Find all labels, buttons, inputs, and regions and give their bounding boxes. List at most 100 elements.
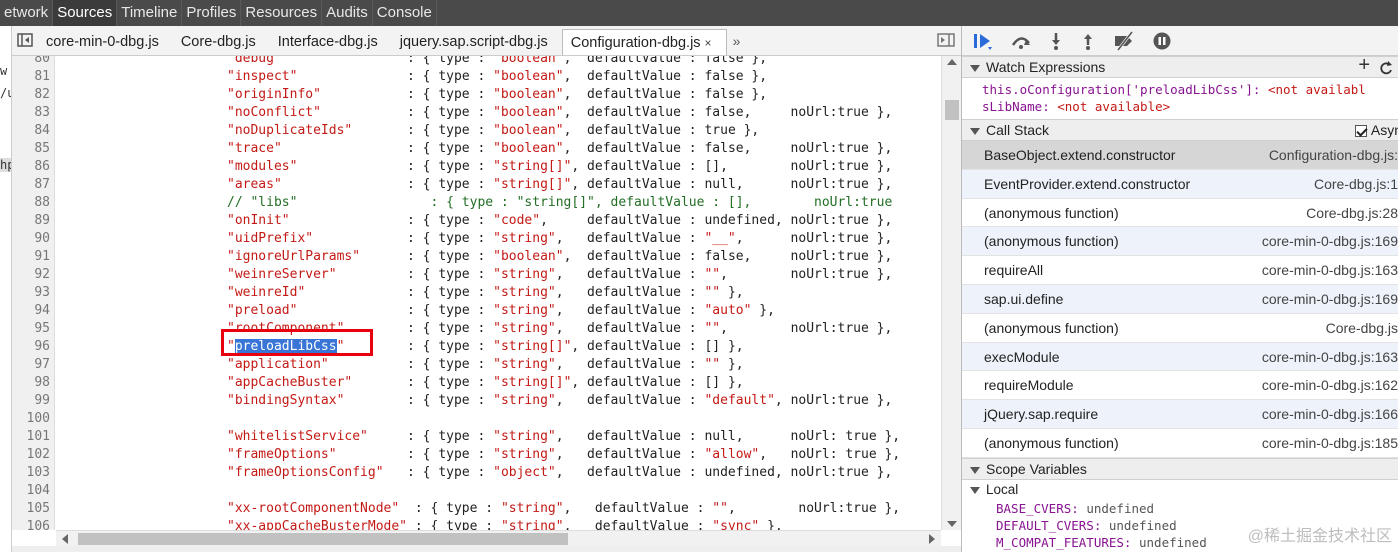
call-frame[interactable]: jQuery.sap.require core-min-0-dbg.js:166 <box>962 400 1398 429</box>
call-frame[interactable]: (anonymous function) Core-dbg.js:28 <box>962 199 1398 228</box>
line-number[interactable]: 96 <box>12 338 50 356</box>
line-number[interactable]: 100 <box>12 410 50 428</box>
line-number[interactable]: 81 <box>12 68 50 86</box>
line-number[interactable]: 99 <box>12 392 50 410</box>
line-number[interactable]: 98 <box>12 374 50 392</box>
code-line[interactable]: 103 "frameOptionsConfig" : { type : "obje… <box>12 464 941 482</box>
call-frame-location[interactable]: Core-dbg.js:28 <box>1306 199 1398 227</box>
line-number[interactable]: 85 <box>12 140 50 158</box>
panel-tab-profiles[interactable]: Profiles <box>182 0 242 26</box>
call-frame-location[interactable]: Configuration-dbg.js: <box>1269 141 1398 169</box>
code-line[interactable]: 106 "xx-appCacheBusterMode" : { type : "s… <box>12 518 941 530</box>
code-line[interactable]: 99 "bindingSyntax" : { type : "string", d… <box>12 392 941 410</box>
scope-local-group[interactable]: Local <box>962 480 1398 500</box>
refresh-icon[interactable] <box>1380 61 1392 75</box>
scope-variables-header[interactable]: Scope Variables <box>962 457 1398 480</box>
line-number[interactable]: 106 <box>12 518 50 530</box>
line-number[interactable]: 92 <box>12 266 50 284</box>
call-frame[interactable]: execModule core-min-0-dbg.js:163 <box>962 342 1398 372</box>
code-line[interactable]: 92 "weinreServer" : { type : "string", de… <box>12 266 941 284</box>
code-line[interactable]: 102 "frameOptions" : { type : "string", d… <box>12 446 941 464</box>
file-tab[interactable]: Interface-dbg.js <box>270 29 392 55</box>
line-number[interactable]: 84 <box>12 122 50 140</box>
call-frame-location[interactable]: Core-dbg.js <box>1326 314 1398 342</box>
line-number[interactable]: 80 <box>12 56 50 68</box>
async-checkbox[interactable]: Asyn <box>1354 120 1398 140</box>
toggle-debugger-icon[interactable] <box>937 33 955 47</box>
line-number[interactable]: 82 <box>12 86 50 104</box>
code-line[interactable]: 96 "preloadLibCss" : { type : "string[]",… <box>12 338 941 356</box>
step-out-icon[interactable] <box>1080 31 1096 51</box>
line-number[interactable]: 91 <box>12 248 50 266</box>
watch-expression[interactable]: sLibName: <not available> <box>962 98 1398 115</box>
call-frame[interactable]: EventProvider.extend.constructor Core-dbg… <box>962 169 1398 199</box>
call-frame-location[interactable]: core-min-0-dbg.js:163 <box>1262 343 1398 371</box>
call-frame[interactable]: (anonymous function) core-min-0-dbg.js:18… <box>962 429 1398 458</box>
file-tab[interactable]: Core-dbg.js <box>173 29 270 55</box>
line-number[interactable]: 90 <box>12 230 50 248</box>
line-number[interactable]: 93 <box>12 284 50 302</box>
scope-variable[interactable]: BASE_CVERS: undefined <box>962 500 1398 517</box>
code-line[interactable]: 90 "uidPrefix" : { type : "string", defau… <box>12 230 941 248</box>
call-frame[interactable]: BaseObject.extend.constructor Configurati… <box>962 141 1398 170</box>
call-frame[interactable]: (anonymous function) core-min-0-dbg.js:16… <box>962 227 1398 257</box>
deactivate-breakpoints-icon[interactable] <box>1112 30 1136 51</box>
code-line[interactable]: 82 "originInfo" : { type : "boolean", def… <box>12 86 941 104</box>
code-line[interactable]: 84 "noDuplicateIds" : { type : "boolean",… <box>12 122 941 140</box>
code-line[interactable]: 95 "rootComponent" : { type : "string", d… <box>12 320 941 338</box>
line-number[interactable]: 95 <box>12 320 50 338</box>
code-line[interactable]: 81 "inspect" : { type : "boolean", defaul… <box>12 68 941 86</box>
call-frame-location[interactable]: core-min-0-dbg.js:169 <box>1262 227 1398 255</box>
panel-tab-audits[interactable]: Audits <box>322 0 373 26</box>
panel-tab-timeline[interactable]: Timeline <box>117 0 183 26</box>
resume-icon[interactable] <box>972 31 994 51</box>
line-number[interactable]: 105 <box>12 500 50 518</box>
editor-vertical-scrollbar[interactable] <box>941 56 961 530</box>
scrollbar-thumb[interactable] <box>78 533 568 545</box>
code-line[interactable]: 104 <box>12 482 941 500</box>
line-number[interactable]: 86 <box>12 158 50 176</box>
panel-tab-etwork[interactable]: etwork <box>0 0 54 26</box>
code-line[interactable]: 100 <box>12 410 941 428</box>
watch-expressions-header[interactable]: Watch Expressions + <box>962 55 1398 78</box>
panel-tab-sources[interactable]: Sources <box>53 0 118 26</box>
call-frame[interactable]: requireAll core-min-0-dbg.js:163 <box>962 256 1398 285</box>
file-tab[interactable]: jquery.sap.script-dbg.js <box>392 29 562 55</box>
call-frame-location[interactable]: core-min-0-dbg.js:162 <box>1262 371 1398 399</box>
code-line[interactable]: 97 "application" : { type : "string", def… <box>12 356 941 374</box>
line-number[interactable]: 101 <box>12 428 50 446</box>
code-line[interactable]: 94 "preload" : { type : "string", default… <box>12 302 941 320</box>
code-editor[interactable]: 80 "debug" : { type : "boolean", defaultV… <box>12 56 941 530</box>
call-frame[interactable]: sap.ui.define core-min-0-dbg.js:169 <box>962 284 1398 314</box>
call-frame[interactable]: (anonymous function) Core-dbg.js <box>962 314 1398 343</box>
line-number[interactable]: 102 <box>12 446 50 464</box>
code-line[interactable]: 83 "noConflict" : { type : "boolean", def… <box>12 104 941 122</box>
code-line[interactable]: 91 "ignoreUrlParams" : { type : "boolean"… <box>12 248 941 266</box>
scrollbar-thumb[interactable] <box>945 100 959 120</box>
line-number[interactable]: 104 <box>12 482 50 500</box>
call-frame-location[interactable]: core-min-0-dbg.js:185 <box>1262 429 1398 457</box>
code-line[interactable]: 89 "onInit" : { type : "code", defaultVal… <box>12 212 941 230</box>
code-line[interactable]: 101 "whitelistService" : { type : "string… <box>12 428 941 446</box>
more-tabs-button[interactable]: » <box>727 27 747 55</box>
code-line[interactable]: 88 // "libs" : { type : "string[]", defau… <box>12 194 941 212</box>
call-frame[interactable]: requireModule core-min-0-dbg.js:162 <box>962 371 1398 401</box>
step-into-icon[interactable] <box>1048 31 1064 51</box>
file-tab[interactable]: core-min-0-dbg.js <box>38 29 173 55</box>
editor-horizontal-scrollbar[interactable] <box>56 530 941 546</box>
line-number[interactable]: 87 <box>12 176 50 194</box>
code-line[interactable]: 86 "modules" : { type : "string[]", defau… <box>12 158 941 176</box>
watch-expression[interactable]: this.oConfiguration['preloadLibCss']: <n… <box>962 81 1398 98</box>
file-tab[interactable]: Configuration-dbg.js × <box>561 29 727 55</box>
call-stack-header[interactable]: Call Stack Asyn <box>962 119 1398 141</box>
code-line[interactable]: 87 "areas" : { type : "string[]", default… <box>12 176 941 194</box>
code-line[interactable]: 80 "debug" : { type : "boolean", defaultV… <box>12 56 941 68</box>
panel-tab-resources[interactable]: Resources <box>241 0 323 26</box>
toggle-navigator-button[interactable] <box>12 25 38 55</box>
step-over-icon[interactable] <box>1010 31 1032 51</box>
code-line[interactable]: 105 "xx-rootComponentNode" : { type : "st… <box>12 500 941 518</box>
line-number[interactable]: 97 <box>12 356 50 374</box>
code-line[interactable]: 85 "trace" : { type : "boolean", defaultV… <box>12 140 941 158</box>
close-tab-icon[interactable]: × <box>705 36 712 50</box>
call-frame-location[interactable]: core-min-0-dbg.js:169 <box>1262 285 1398 313</box>
